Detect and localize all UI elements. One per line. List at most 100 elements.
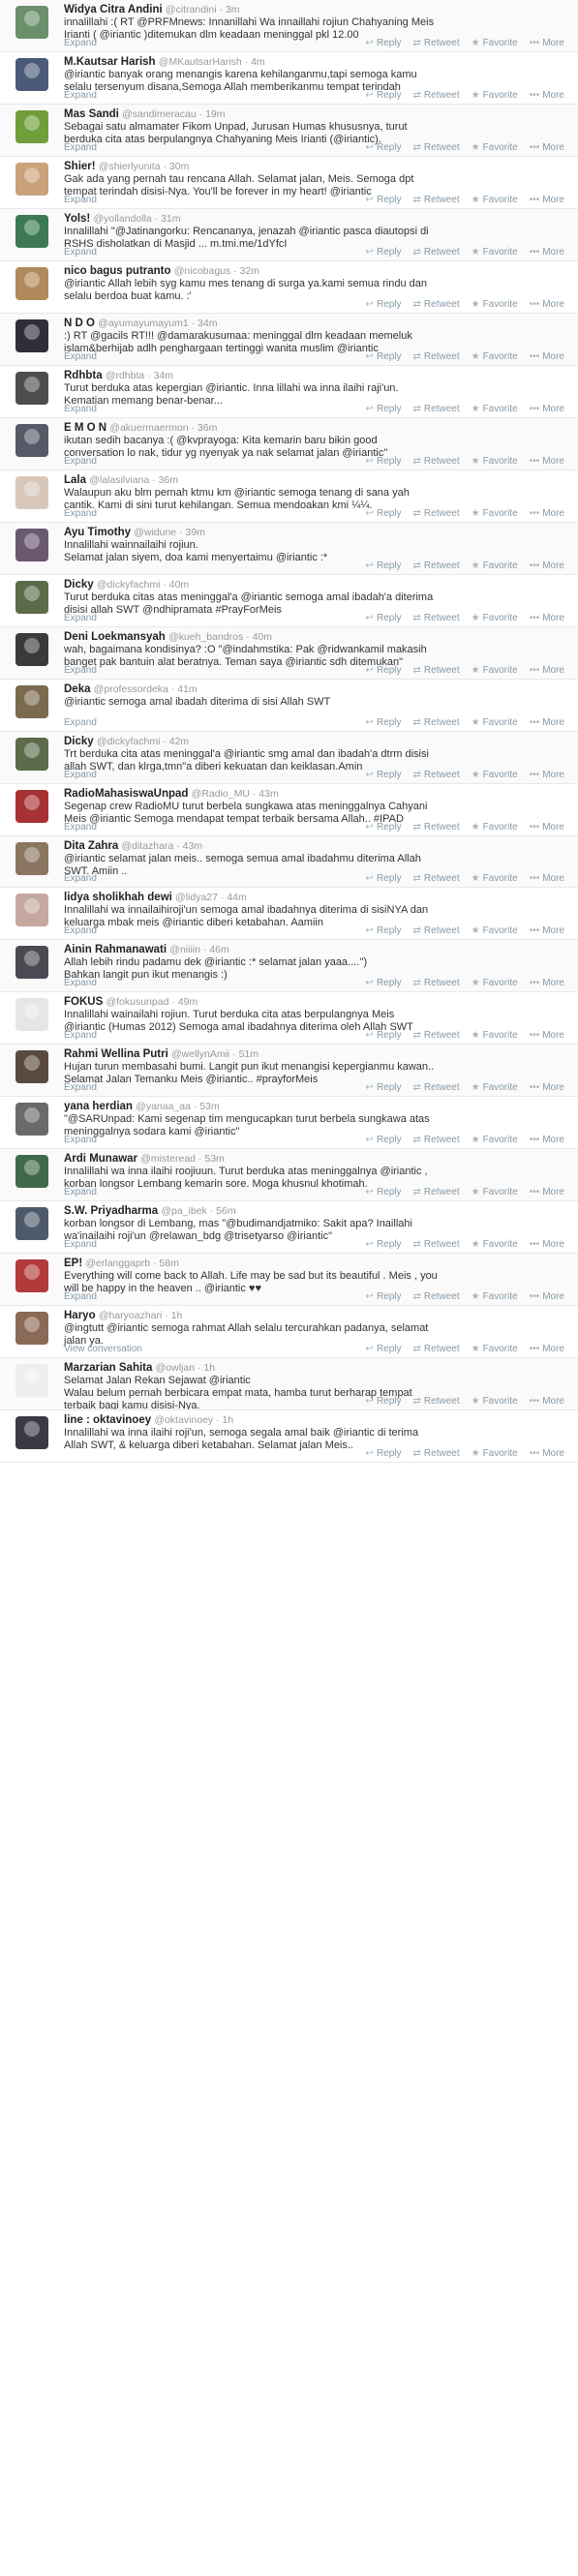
tweet-item[interactable]: N D O @ayumayumayum1 · 34m:) RT @gacils … bbox=[0, 313, 578, 366]
retweet-button[interactable]: ⇄ Retweet bbox=[413, 456, 460, 467]
author-name[interactable]: Dicky bbox=[64, 736, 94, 747]
retweet-button[interactable]: ⇄ Retweet bbox=[413, 142, 460, 153]
retweet-button[interactable]: ⇄ Retweet bbox=[413, 770, 460, 780]
avatar[interactable] bbox=[15, 423, 48, 457]
reply-button[interactable]: ↩ Reply bbox=[366, 456, 402, 467]
favorite-button[interactable]: ★ Favorite bbox=[472, 404, 518, 414]
tweet-item[interactable]: Mas Sandi @sandimeracau · 19m Sebagai sat… bbox=[0, 104, 578, 157]
retweet-button[interactable]: ⇄ Retweet bbox=[413, 873, 460, 884]
tweet-item[interactable]: Ainin Rahmanawati @niiiin · 46m Allah leb… bbox=[0, 940, 578, 993]
timestamp[interactable]: 42m bbox=[169, 736, 189, 747]
avatar[interactable] bbox=[15, 789, 48, 823]
author-handle[interactable]: @dickyfachmi bbox=[97, 579, 161, 591]
favorite-button[interactable]: ★ Favorite bbox=[472, 1239, 518, 1250]
author-handle[interactable]: @wellynAmii bbox=[171, 1048, 229, 1060]
author-handle[interactable]: @fokusunpad bbox=[106, 996, 168, 1008]
author-name[interactable]: Yols! bbox=[64, 213, 90, 225]
avatar[interactable] bbox=[15, 580, 48, 614]
tweet-item[interactable]: EP! @erlanggaprb · 58m Everything will co… bbox=[0, 1254, 578, 1307]
favorite-button[interactable]: ★ Favorite bbox=[472, 456, 518, 467]
timestamp[interactable]: 43m bbox=[259, 788, 278, 800]
tweet-item[interactable]: Lala @lalasilviana · 36m Walaupun aku blm… bbox=[0, 470, 578, 523]
retweet-button[interactable]: ⇄ Retweet bbox=[413, 665, 460, 676]
tweet-item[interactable]: Ardi Munawar @misteread · 53m Innalillahi… bbox=[0, 1149, 578, 1202]
timestamp[interactable]: 49m bbox=[178, 996, 198, 1008]
expand-link[interactable]: Expand bbox=[64, 665, 97, 676]
author-name[interactable]: RadioMahasiswaUnpad bbox=[64, 788, 188, 800]
expand-link[interactable]: Expand bbox=[64, 873, 97, 884]
tweet-item[interactable]: line : oktavinoey @oktavinoey · 1h Innali… bbox=[0, 1410, 578, 1464]
retweet-button[interactable]: ⇄ Retweet bbox=[413, 195, 460, 205]
author-name[interactable]: Ayu Timothy bbox=[64, 527, 131, 538]
retweet-button[interactable]: ⇄ Retweet bbox=[413, 404, 460, 414]
more-button[interactable]: ••• More bbox=[530, 822, 564, 833]
reply-button[interactable]: ↩ Reply bbox=[366, 142, 402, 153]
author-handle[interactable]: @ayumayumayum1 bbox=[98, 318, 189, 329]
avatar[interactable] bbox=[15, 1312, 48, 1346]
tweet-item[interactable]: Yols! @yollandolla · 31m Innalillahi "@Ja… bbox=[0, 208, 578, 261]
expand-link[interactable]: Expand bbox=[64, 717, 97, 728]
reply-button[interactable]: ↩ Reply bbox=[366, 404, 402, 414]
reply-button[interactable]: ↩ Reply bbox=[366, 247, 402, 258]
reply-button[interactable]: ↩ Reply bbox=[366, 822, 402, 833]
favorite-button[interactable]: ★ Favorite bbox=[472, 822, 518, 833]
timestamp[interactable]: 36m bbox=[159, 474, 178, 486]
favorite-button[interactable]: ★ Favorite bbox=[472, 925, 518, 936]
avatar[interactable] bbox=[15, 1050, 48, 1084]
retweet-button[interactable]: ⇄ Retweet bbox=[413, 90, 460, 101]
timestamp[interactable]: 51m bbox=[239, 1048, 259, 1060]
more-button[interactable]: ••• More bbox=[530, 456, 564, 467]
author-name[interactable]: Ainin Rahmanawati bbox=[64, 944, 167, 955]
timestamp[interactable]: 40m bbox=[169, 579, 189, 591]
retweet-button[interactable]: ⇄ Retweet bbox=[413, 1082, 460, 1093]
more-button[interactable]: ••• More bbox=[530, 978, 564, 988]
favorite-button[interactable]: ★ Favorite bbox=[472, 508, 518, 519]
author-name[interactable]: lidya sholikhah dewi bbox=[64, 892, 172, 903]
favorite-button[interactable]: ★ Favorite bbox=[472, 1448, 518, 1459]
favorite-button[interactable]: ★ Favorite bbox=[472, 1291, 518, 1302]
avatar[interactable] bbox=[15, 998, 48, 1032]
author-name[interactable]: E M O N bbox=[64, 422, 106, 434]
more-button[interactable]: ••• More bbox=[530, 665, 564, 676]
timestamp[interactable]: 43m bbox=[183, 840, 202, 852]
more-button[interactable]: ••• More bbox=[530, 142, 564, 153]
tweet-item[interactable]: Haryo @haryoazhari · 1h @ingtutt @irianti… bbox=[0, 1306, 578, 1359]
more-button[interactable]: ••• More bbox=[530, 1135, 564, 1145]
timestamp[interactable]: 44m bbox=[227, 892, 246, 903]
expand-link[interactable]: Expand bbox=[64, 90, 97, 101]
timestamp[interactable]: 53m bbox=[204, 1153, 224, 1165]
expand-link[interactable]: Expand bbox=[64, 925, 97, 936]
expand-link[interactable]: Expand bbox=[64, 142, 97, 153]
expand-link[interactable]: Expand bbox=[64, 404, 97, 414]
reply-button[interactable]: ↩ Reply bbox=[366, 925, 402, 936]
retweet-button[interactable]: ⇄ Retweet bbox=[413, 299, 460, 310]
author-handle[interactable]: @yanaa_aa bbox=[136, 1101, 191, 1112]
favorite-button[interactable]: ★ Favorite bbox=[472, 1344, 518, 1354]
author-name[interactable]: line : oktavinoey bbox=[64, 1414, 151, 1426]
favorite-button[interactable]: ★ Favorite bbox=[472, 299, 518, 310]
reply-button[interactable]: ↩ Reply bbox=[366, 1030, 402, 1041]
tweet-item[interactable]: Ayu Timothy @widune · 39m Innalillahi wai… bbox=[0, 522, 578, 575]
expand-link[interactable]: Expand bbox=[64, 38, 97, 48]
reply-button[interactable]: ↩ Reply bbox=[366, 508, 402, 519]
expand-link[interactable]: Expand bbox=[64, 195, 97, 205]
reply-button[interactable]: ↩ Reply bbox=[366, 1448, 402, 1459]
tweet-item[interactable]: Rahmi Wellina Putri @wellynAmii · 51m Huj… bbox=[0, 1045, 578, 1098]
author-handle[interactable]: @professordeka bbox=[94, 683, 168, 695]
avatar[interactable] bbox=[15, 946, 48, 980]
favorite-button[interactable]: ★ Favorite bbox=[472, 770, 518, 780]
retweet-button[interactable]: ⇄ Retweet bbox=[413, 1448, 460, 1459]
tweet-item[interactable]: M.Kautsar Harish @MKautsarHarish · 4m @ir… bbox=[0, 52, 578, 105]
author-handle[interactable]: @oktavinoey bbox=[154, 1414, 213, 1426]
reply-button[interactable]: ↩ Reply bbox=[366, 1082, 402, 1093]
author-name[interactable]: Lala bbox=[64, 474, 86, 486]
reply-button[interactable]: ↩ Reply bbox=[366, 561, 402, 571]
expand-link[interactable]: Expand bbox=[64, 1082, 97, 1093]
author-handle[interactable]: @MKautsarHarish bbox=[159, 56, 242, 68]
favorite-button[interactable]: ★ Favorite bbox=[472, 717, 518, 728]
tweet-item[interactable]: yana herdian @yanaa_aa · 53m "@SARUnpad: … bbox=[0, 1097, 578, 1150]
timestamp[interactable]: 58m bbox=[159, 1258, 178, 1269]
avatar[interactable] bbox=[15, 318, 48, 352]
author-handle[interactable]: @misteread bbox=[140, 1153, 196, 1165]
reply-button[interactable]: ↩ Reply bbox=[366, 1344, 402, 1354]
